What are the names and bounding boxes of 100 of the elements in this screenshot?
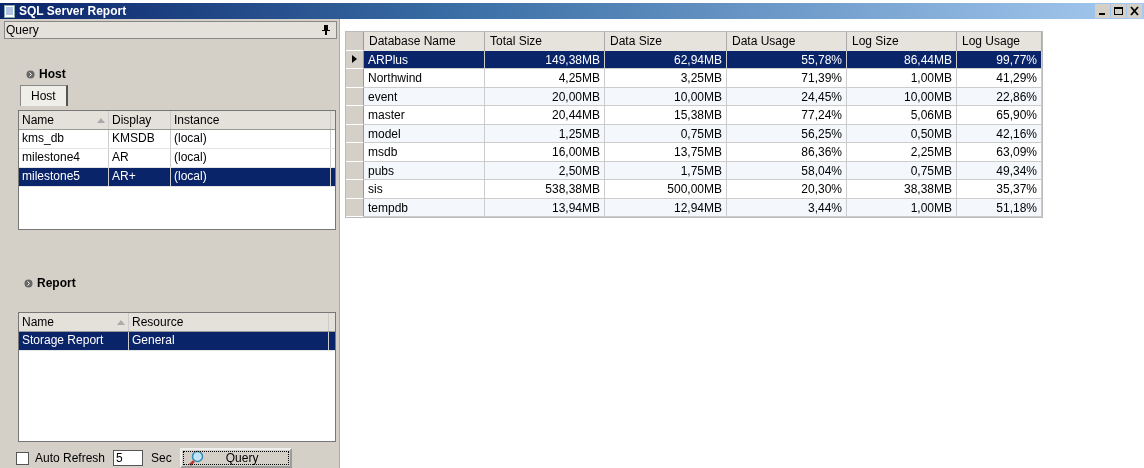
host-row[interactable]: kms_db KMSDB (local) xyxy=(19,130,335,149)
column-header[interactable]: Total Size xyxy=(485,32,605,51)
table-cell: 20,00MB xyxy=(485,87,605,106)
row-header xyxy=(346,32,364,51)
table-cell: 5,06MB xyxy=(847,106,957,125)
query-button[interactable]: Query xyxy=(179,448,292,468)
table-cell: 41,29% xyxy=(957,69,1042,88)
column-header[interactable]: Resource xyxy=(129,313,329,331)
checkbox[interactable] xyxy=(16,451,29,465)
report-row[interactable]: Storage Report General xyxy=(19,332,335,351)
table-cell: 86,44MB xyxy=(847,50,957,69)
table-cell: 149,38MB xyxy=(485,50,605,69)
table-cell: (local) xyxy=(171,149,331,167)
table-cell: 38,38MB xyxy=(847,180,957,199)
column-header[interactable]: Name xyxy=(19,111,109,129)
table-cell: KMSDB xyxy=(109,130,171,148)
column-header[interactable]: Instance xyxy=(171,111,331,129)
column-header[interactable]: Name xyxy=(19,313,129,331)
table-cell: milestone5 xyxy=(19,168,109,186)
bullet-icon xyxy=(24,278,33,288)
column-header[interactable]: Display xyxy=(109,111,171,129)
table-cell: 63,09% xyxy=(957,143,1042,162)
unit-label: Sec xyxy=(151,451,172,465)
magnifier-icon xyxy=(187,450,204,466)
table-cell: 99,77% xyxy=(957,50,1042,69)
close-icon[interactable] xyxy=(1127,4,1142,18)
host-row[interactable]: milestone5 AR+ (local) xyxy=(19,168,335,187)
grid-row[interactable]: msdb 16,00MB 13,75MB 86,36% 2,25MB 63,09% xyxy=(364,143,1042,162)
table-cell: 13,94MB xyxy=(485,198,605,217)
host-tab[interactable]: Host xyxy=(20,85,68,106)
sort-icon xyxy=(117,319,125,325)
table-cell: 35,37% xyxy=(957,180,1042,199)
table-cell: 2,50MB xyxy=(485,161,605,180)
window-title: SQL Server Report xyxy=(19,4,127,18)
table-cell: kms_db xyxy=(19,130,109,148)
table-cell: 49,34% xyxy=(957,161,1042,180)
document-icon xyxy=(4,4,15,18)
table-cell: 0,75MB xyxy=(605,124,727,143)
table-cell: 3,44% xyxy=(727,198,847,217)
table-cell: tempdb xyxy=(364,198,485,217)
table-cell: 1,75MB xyxy=(605,161,727,180)
table-cell: 15,38MB xyxy=(605,106,727,125)
table-cell: 12,94MB xyxy=(605,198,727,217)
table-cell: 42,16% xyxy=(957,124,1042,143)
table-cell: 10,00MB xyxy=(605,87,727,106)
table-cell: pubs xyxy=(364,161,485,180)
column-header[interactable]: Log Size xyxy=(847,32,957,51)
table-cell: Storage Report xyxy=(19,332,129,350)
table-cell: ARPlus xyxy=(364,50,485,69)
table-cell: 1,00MB xyxy=(847,198,957,217)
table-cell: 16,00MB xyxy=(485,143,605,162)
pin-icon[interactable] xyxy=(322,25,330,35)
table-cell: 20,44MB xyxy=(485,106,605,125)
table-cell: 538,38MB xyxy=(485,180,605,199)
table-cell: milestone4 xyxy=(19,149,109,167)
table-cell: AR xyxy=(109,149,171,167)
table-cell: sis xyxy=(364,180,485,199)
table-cell: 62,94MB xyxy=(605,50,727,69)
table-cell: 20,30% xyxy=(727,180,847,199)
maximize-icon[interactable] xyxy=(1111,4,1126,18)
table-cell: 24,45% xyxy=(727,87,847,106)
table-cell: 1,00MB xyxy=(847,69,957,88)
table-cell: 500,00MB xyxy=(605,180,727,199)
table-cell: 86,36% xyxy=(727,143,847,162)
section-heading: Report xyxy=(37,276,76,290)
panel-title: Query xyxy=(6,23,39,37)
bullet-icon xyxy=(26,69,35,79)
grid-row[interactable]: sis 538,38MB 500,00MB 20,30% 38,38MB 35,37% xyxy=(364,180,1042,199)
minimize-icon[interactable] xyxy=(1095,4,1110,18)
table-cell: event xyxy=(364,87,485,106)
table-cell: 65,90% xyxy=(957,106,1042,125)
table-cell: (local) xyxy=(171,130,331,148)
grid-row[interactable]: master 20,44MB 15,38MB 77,24% 5,06MB 65,90% xyxy=(364,106,1042,125)
table-cell: 0,50MB xyxy=(847,124,957,143)
checkbox-label: Auto Refresh xyxy=(35,451,106,465)
table-cell: 3,25MB xyxy=(605,69,727,88)
table-cell: master xyxy=(364,106,485,125)
sort-icon xyxy=(97,117,105,123)
table-cell: model xyxy=(364,124,485,143)
table-cell: 58,04% xyxy=(727,161,847,180)
column-header[interactable]: Data Usage xyxy=(727,32,847,51)
table-cell: 56,25% xyxy=(727,124,847,143)
interval-field[interactable]: 5 xyxy=(113,450,144,466)
column-header[interactable]: Data Size xyxy=(605,32,727,51)
section-heading: Host xyxy=(39,67,66,81)
table-cell: 22,86% xyxy=(957,87,1042,106)
grid-row[interactable]: Northwind 4,25MB 3,25MB 71,39% 1,00MB 41,29% xyxy=(364,69,1042,88)
table-cell: 71,39% xyxy=(727,69,847,88)
table-cell: 2,25MB xyxy=(847,143,957,162)
table-cell: 77,24% xyxy=(727,106,847,125)
table-cell: AR+ xyxy=(109,168,171,186)
table-cell: 13,75MB xyxy=(605,143,727,162)
table-cell: msdb xyxy=(364,143,485,162)
column-header[interactable]: Log Usage xyxy=(957,32,1042,51)
table-cell: 51,18% xyxy=(957,198,1042,217)
column-header[interactable]: Database Name xyxy=(364,32,485,51)
table-cell: (local) xyxy=(171,168,331,186)
table-cell: 10,00MB xyxy=(847,87,957,106)
table-cell: 4,25MB xyxy=(485,69,605,88)
table-cell: General xyxy=(129,332,329,350)
